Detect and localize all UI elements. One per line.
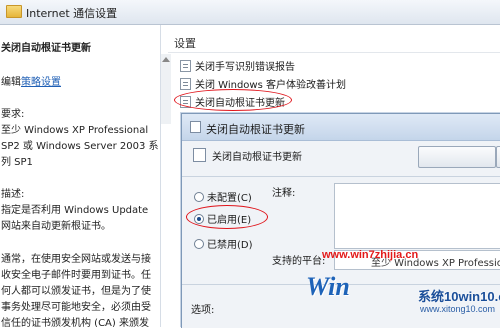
annotation-ring-enabled: [186, 205, 268, 229]
radio-label: 已禁用(D): [207, 240, 253, 251]
scroll-up-arrow-icon[interactable]: [162, 57, 170, 62]
body-line: 何人都可以颁发证书，但是为了使: [1, 286, 151, 297]
description-label: 描述:: [1, 189, 25, 200]
watermark-logo: Win: [306, 272, 350, 301]
watermark-brand: 系统10win10.cn: [418, 289, 500, 304]
requirements-label: 要求:: [1, 109, 25, 120]
dialog-subtitle: 关闭自动根证书更新: [212, 152, 302, 163]
window-header: Internet 通信设置: [0, 0, 500, 25]
next-setting-button[interactable]: [496, 146, 500, 168]
body-line: 通常，在使用安全网站或发送与接: [1, 254, 151, 265]
policy-title: 关闭自动根证书更新: [1, 43, 91, 54]
requirements-line: 至少 Windows XP Professional: [1, 125, 149, 136]
dialog-divider: [182, 176, 500, 177]
note-label: 注释:: [272, 188, 296, 199]
previous-setting-button[interactable]: [418, 146, 496, 168]
radio-button[interactable]: [194, 192, 204, 202]
requirements-line: 列 SP1: [1, 157, 33, 168]
scrollbar[interactable]: [161, 54, 171, 124]
policy-setting-icon: [193, 148, 206, 162]
list-item-label: 关闭手写识别错误报告: [195, 62, 295, 73]
policy-settings-link[interactable]: 策略设置: [21, 77, 61, 88]
column-header-settings[interactable]: 设置: [174, 35, 196, 51]
annotation-ring-list-item: [174, 89, 292, 111]
radio-not-configured[interactable]: 未配置(C): [194, 189, 252, 204]
options-label: 选项:: [191, 305, 215, 316]
folder-icon: [6, 5, 22, 18]
note-textarea[interactable]: [334, 183, 500, 249]
radio-button[interactable]: [194, 239, 204, 249]
description-pane: 关闭自动根证书更新 编辑策略设置 要求: 至少 Windows XP Profe…: [0, 25, 161, 327]
watermark-brand-sub: www.xitong10.com: [420, 304, 496, 314]
dialog-title: 关闭自动根证书更新: [206, 123, 305, 136]
header-divider: [168, 52, 500, 53]
policy-setting-icon: [180, 78, 191, 90]
requirements-line: SP2 或 Windows Server 2003 系: [1, 141, 159, 152]
dialog-titlebar[interactable]: 关闭自动根证书更新: [182, 114, 500, 141]
list-item[interactable]: 关闭手写识别错误报告: [180, 58, 295, 74]
window-title: Internet 通信设置: [26, 7, 118, 20]
radio-disabled[interactable]: 已禁用(D): [194, 236, 253, 251]
description-line: 指定是否利用 Windows Update: [1, 205, 149, 216]
edit-prefix: 编辑: [1, 77, 21, 88]
radio-label: 未配置(C): [207, 193, 252, 204]
policy-setting-icon: [190, 121, 201, 133]
body-line: 信任的证书颁发机构 (CA) 来颁发: [1, 318, 149, 327]
policy-setting-icon: [180, 60, 191, 72]
watermark-site: www.win7zhijia.cn: [322, 249, 419, 261]
body-line: 收安全电子邮件时要用到证书。任: [1, 270, 151, 281]
body-line: 事务处理尽可能地安全，必须由受: [1, 302, 151, 313]
edit-policy-line: 编辑策略设置: [1, 73, 61, 88]
description-line: 网站来自动更新根证书。: [1, 221, 111, 232]
